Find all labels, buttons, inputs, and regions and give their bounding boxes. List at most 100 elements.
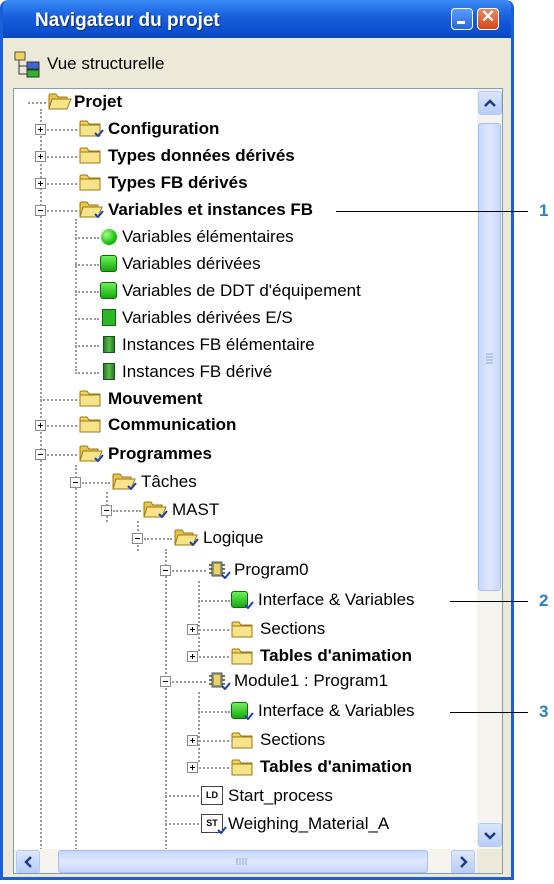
scroll-down-button[interactable]	[478, 823, 502, 847]
collapse-taches-icon[interactable]	[70, 477, 81, 488]
project-tree[interactable]: Projet Configuration Types données dériv…	[13, 88, 503, 874]
check-icon	[94, 454, 104, 462]
callout-line	[336, 211, 528, 212]
chevron-left-icon	[24, 856, 32, 868]
tree-item-variables-fb[interactable]: Variables et instances FB	[108, 200, 313, 220]
collapse-variables-icon[interactable]	[35, 205, 46, 216]
chevron-right-icon	[460, 856, 468, 868]
tree-item-logique[interactable]: Logique	[203, 528, 264, 548]
check-icon	[244, 601, 254, 609]
callout-1: 1	[539, 201, 549, 220]
collapse-programmes-icon[interactable]	[35, 449, 46, 460]
check-icon	[189, 538, 199, 546]
close-button[interactable]: ✕	[477, 7, 499, 30]
tree-item-weighing[interactable]: Weighing_Material_A	[228, 814, 389, 834]
horizontal-scroll-thumb[interactable]	[58, 850, 428, 873]
folder-icon	[79, 172, 103, 192]
close-icon: ✕	[480, 7, 496, 26]
collapse-logique-icon[interactable]	[132, 533, 143, 544]
folder-icon	[231, 730, 255, 750]
tree-item-projet[interactable]: Projet	[74, 92, 122, 112]
folder-icon	[79, 388, 103, 408]
scroll-up-button[interactable]	[478, 91, 502, 115]
derived-fb-instances-icon	[103, 363, 115, 380]
folder-open-icon	[48, 91, 72, 111]
callout-line	[450, 712, 528, 713]
collapse-module1-icon[interactable]	[160, 676, 171, 687]
expand-types-ddt-icon[interactable]	[35, 151, 46, 162]
tree-item-configuration[interactable]: Configuration	[108, 119, 219, 139]
tree-item-interface-vars-2[interactable]: Interface & Variables	[258, 701, 415, 721]
tree-item-inst-fb-elem[interactable]: Instances FB élémentaire	[122, 335, 315, 355]
check-icon	[127, 482, 137, 490]
folder-icon	[79, 414, 103, 434]
view-label[interactable]: Vue structurelle	[47, 54, 164, 74]
tree-item-interface-vars-1[interactable]: Interface & Variables	[258, 590, 415, 610]
chevron-down-icon	[484, 832, 496, 840]
tree-item-var-derivees[interactable]: Variables dérivées	[122, 254, 261, 274]
horizontal-scrollbar[interactable]	[14, 849, 477, 873]
tree-item-inst-fb-derive[interactable]: Instances FB dérivé	[122, 362, 272, 382]
check-icon	[94, 210, 104, 218]
tree-item-sections-2[interactable]: Sections	[260, 730, 325, 750]
tree-item-mast[interactable]: MAST	[172, 500, 219, 520]
folder-icon	[231, 619, 255, 639]
tree-item-module1[interactable]: Module1 : Program1	[234, 671, 388, 691]
tree-item-programmes[interactable]: Programmes	[108, 444, 212, 464]
check-icon	[217, 826, 227, 834]
expand-types-fb-icon[interactable]	[35, 178, 46, 189]
tree-item-taches[interactable]: Tâches	[141, 472, 197, 492]
grip-icon	[236, 858, 247, 865]
structure-view-icon[interactable]	[13, 50, 41, 78]
tree-item-types-fb[interactable]: Types FB dérivés	[108, 173, 248, 193]
elementary-fb-instances-icon	[103, 336, 115, 353]
check-icon	[94, 129, 104, 137]
scroll-left-button[interactable]	[16, 850, 40, 873]
project-navigator-window: Navigateur du projet ✕ Vue structurelle …	[0, 0, 514, 880]
tree-item-var-elem[interactable]: Variables élémentaires	[122, 227, 294, 247]
expand-communication-icon[interactable]	[35, 420, 46, 431]
scroll-corner	[477, 849, 502, 873]
expand-tables-2-icon[interactable]	[187, 762, 198, 773]
folder-icon	[79, 145, 103, 165]
tree-item-var-derivees-es[interactable]: Variables dérivées E/S	[122, 308, 293, 328]
tree-item-sections-1[interactable]: Sections	[260, 619, 325, 639]
tree-item-tables-2[interactable]: Tables d'animation	[260, 757, 412, 777]
check-icon	[221, 571, 231, 579]
tree-item-mouvement[interactable]: Mouvement	[108, 389, 202, 409]
check-icon	[244, 712, 254, 720]
check-icon	[158, 510, 168, 518]
ld-section-icon: LD	[201, 786, 223, 805]
collapse-program0-icon[interactable]	[160, 565, 171, 576]
expand-sections-1-icon[interactable]	[187, 624, 198, 635]
callout-line	[450, 601, 528, 602]
vertical-scrollbar[interactable]	[477, 89, 502, 849]
expand-configuration-icon[interactable]	[35, 124, 46, 135]
tree-item-communication[interactable]: Communication	[108, 415, 236, 435]
vertical-scroll-thumb[interactable]	[478, 123, 501, 591]
tree-item-program0[interactable]: Program0	[234, 560, 309, 580]
minimize-button[interactable]	[451, 8, 473, 30]
tree-item-tables-1[interactable]: Tables d'animation	[260, 646, 412, 666]
folder-icon	[231, 757, 255, 777]
device-ddt-variables-icon	[100, 282, 117, 299]
window-title: Navigateur du projet	[35, 10, 220, 31]
chevron-up-icon	[484, 99, 496, 107]
elementary-variables-icon	[101, 229, 117, 245]
tree-item-var-ddt-equip[interactable]: Variables de DDT d'équipement	[122, 281, 361, 301]
callout-3: 3	[539, 702, 549, 721]
scroll-right-button[interactable]	[451, 850, 475, 873]
view-toolbar: Vue structurelle	[3, 38, 511, 90]
title-bar[interactable]: Navigateur du projet ✕	[3, 0, 511, 38]
folder-icon	[231, 646, 255, 666]
tree-item-types-ddt[interactable]: Types données dérivés	[108, 146, 295, 166]
expand-tables-1-icon[interactable]	[187, 651, 198, 662]
grip-icon	[486, 353, 493, 364]
io-derived-variables-icon	[102, 309, 116, 326]
check-icon	[221, 682, 231, 690]
derived-variables-icon	[100, 255, 117, 272]
callout-2: 2	[539, 591, 549, 610]
tree-item-start-process[interactable]: Start_process	[228, 786, 333, 806]
collapse-mast-icon[interactable]	[101, 505, 112, 516]
expand-sections-2-icon[interactable]	[187, 735, 198, 746]
